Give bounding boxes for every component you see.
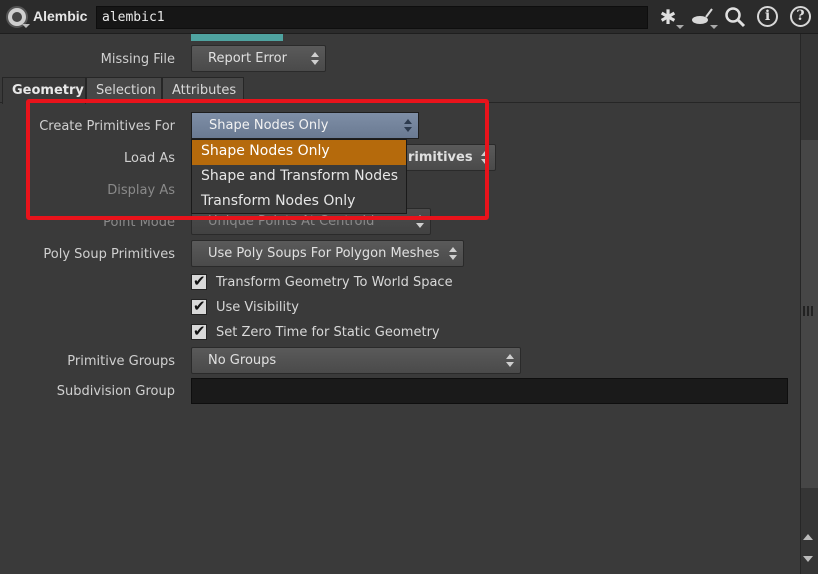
world-space-checkbox[interactable]: [191, 272, 207, 290]
search-icon[interactable]: [723, 5, 747, 29]
world-space-label: Transform Geometry To World Space: [216, 275, 453, 290]
node-name-field[interactable]: alembic1: [96, 6, 648, 29]
poly-soup-menu[interactable]: Use Poly Soups For Polygon Meshes: [191, 240, 464, 267]
chevron-down-icon[interactable]: [676, 25, 684, 29]
annotation-highlight-box: [26, 99, 489, 220]
use-visibility-checkbox[interactable]: [191, 297, 207, 315]
info-icon[interactable]: i: [757, 6, 778, 27]
missing-file-menu[interactable]: Report Error: [191, 45, 326, 72]
missing-file-value: Report Error: [208, 51, 287, 66]
node-type-label: Alembic: [33, 8, 88, 24]
primitive-groups-menu[interactable]: No Groups: [191, 347, 521, 374]
parameter-header: Alembic alembic1 ✱ i ?: [0, 0, 818, 34]
missing-file-label: Missing File: [100, 52, 175, 67]
zero-time-checkbox[interactable]: [191, 322, 207, 340]
spinner-arrows-icon: [506, 354, 514, 368]
color-swatch[interactable]: [191, 34, 283, 41]
primitive-groups-value: No Groups: [208, 353, 277, 368]
spinner-arrows-icon: [449, 247, 457, 261]
scroll-down-icon[interactable]: [803, 556, 813, 562]
scrollbar-grip-icon: [803, 306, 813, 316]
poly-soup-label: Poly Soup Primitives: [43, 247, 175, 262]
subdivision-group-input[interactable]: [191, 378, 788, 404]
chevron-down-icon[interactable]: [710, 25, 718, 29]
subdivision-group-label: Subdivision Group: [56, 384, 175, 399]
spinner-arrows-icon: [311, 52, 319, 66]
zero-time-label: Set Zero Time for Static Geometry: [216, 325, 440, 340]
help-icon[interactable]: ?: [790, 6, 811, 27]
chevron-down-icon[interactable]: [22, 24, 30, 28]
poly-soup-value: Use Poly Soups For Polygon Meshes: [208, 246, 440, 261]
primitive-groups-label: Primitive Groups: [67, 354, 175, 369]
scroll-up-icon[interactable]: [803, 534, 813, 540]
use-visibility-label: Use Visibility: [216, 300, 299, 315]
